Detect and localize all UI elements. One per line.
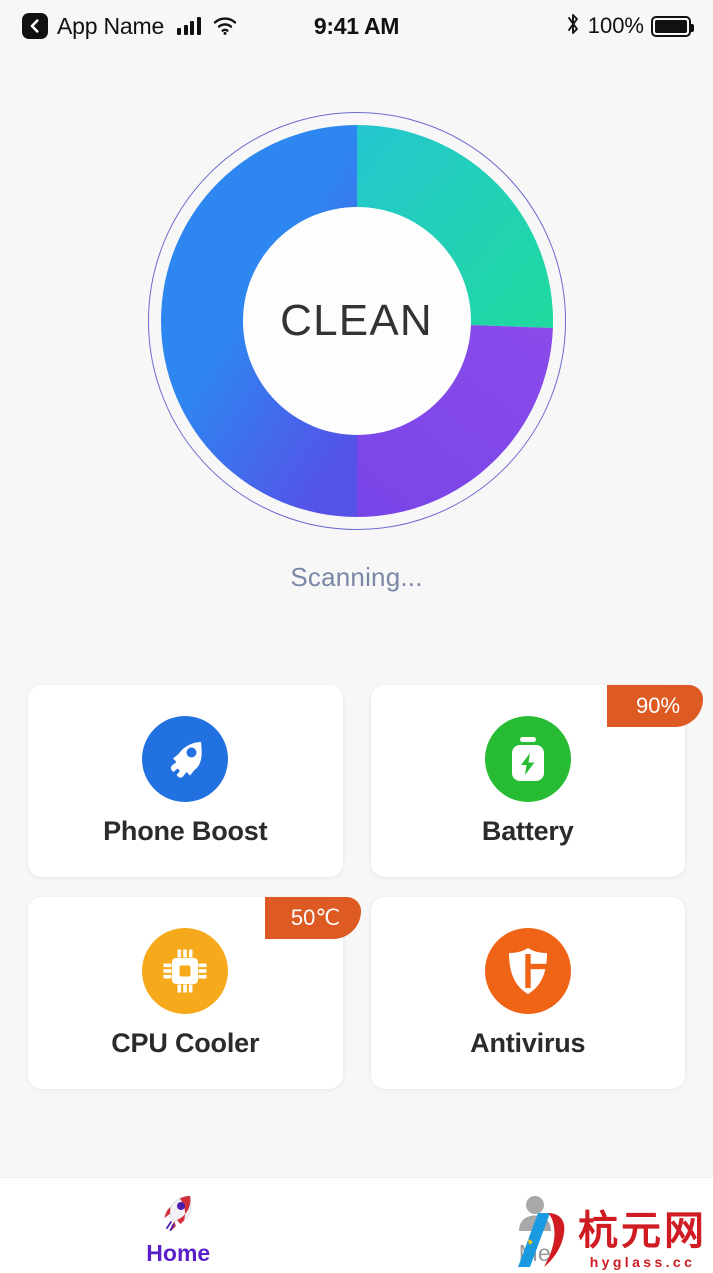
scan-donut-chart[interactable]: CLEAN	[147, 112, 566, 530]
feature-card-antivirus[interactable]: Antivirus	[370, 897, 685, 1089]
feature-label: Antivirus	[470, 1027, 586, 1058]
nav-label: Me	[518, 1240, 551, 1266]
scan-status-text: Scanning...	[290, 562, 423, 592]
donut-center: CLEAN	[242, 207, 471, 435]
nav-item-home[interactable]: Home	[0, 1178, 357, 1273]
scan-section: CLEAN Scanning...	[0, 52, 713, 593]
scan-state-label: CLEAN	[280, 296, 433, 345]
status-bar-right: 100%	[565, 12, 694, 41]
feature-card-cpu-cooler[interactable]: 50℃ CPU Cooler	[28, 897, 361, 1089]
feature-label: Battery	[481, 815, 574, 846]
bluetooth-icon	[565, 12, 581, 41]
shield-icon	[484, 927, 571, 1014]
wifi-icon	[213, 17, 237, 35]
battery-bolt-icon	[484, 715, 571, 802]
cellular-signal-icon	[177, 17, 201, 35]
nav-label: Home	[146, 1240, 211, 1266]
status-badge: 50℃	[264, 897, 361, 939]
cpu-chip-icon	[142, 927, 229, 1014]
nav-item-me[interactable]: Me	[357, 1178, 713, 1273]
status-bar: App Name 9:41 AM 100%	[0, 0, 713, 52]
feature-card-phone-boost[interactable]: Phone Boost	[28, 685, 343, 877]
rocket-nav-icon	[156, 1188, 200, 1238]
app-screen: App Name 9:41 AM 100% CLEAN Scanning... …	[0, 0, 713, 1273]
back-chevron-icon[interactable]	[22, 13, 48, 39]
rocket-icon	[142, 715, 229, 802]
feature-card-battery[interactable]: 90% Battery	[370, 685, 703, 877]
feature-label: Phone Boost	[103, 815, 268, 846]
battery-full-icon	[651, 15, 694, 37]
feature-label: CPU Cooler	[111, 1027, 260, 1058]
status-bar-app-name: App Name	[57, 12, 165, 39]
bottom-navigation: Home Me 杭元网 hyglass.cc	[0, 1177, 713, 1273]
feature-grid: Phone Boost 90% Battery 50℃ CPU Cooler A…	[0, 685, 713, 1089]
battery-percent-label: 100%	[587, 13, 644, 38]
status-bar-left: App Name	[22, 13, 237, 40]
person-nav-icon	[513, 1188, 557, 1238]
status-badge: 90%	[607, 685, 703, 727]
